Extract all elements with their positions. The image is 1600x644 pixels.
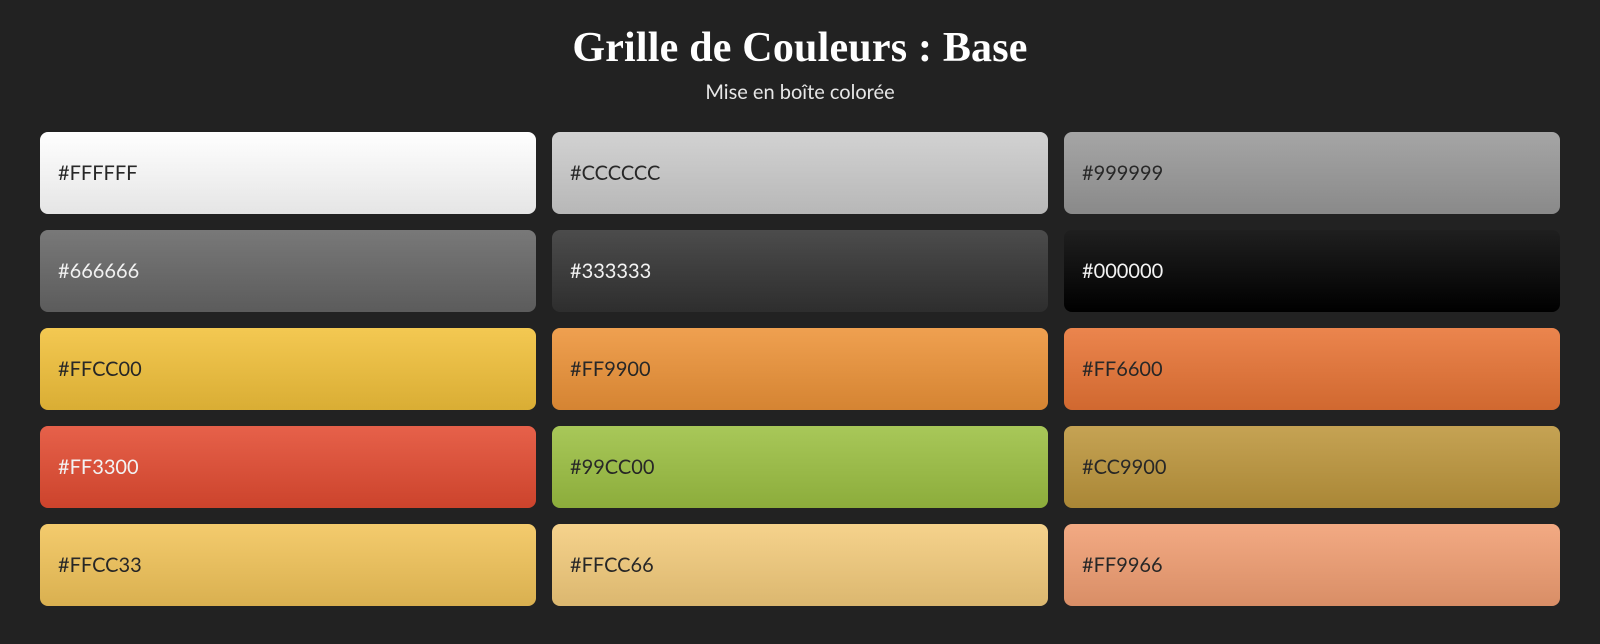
color-swatch-label: #FFCC00 — [58, 357, 142, 381]
color-swatch-label: #FF9900 — [570, 357, 651, 381]
color-swatch: #FFCC00 — [40, 328, 536, 410]
color-swatch-label: #FFCC33 — [58, 553, 142, 577]
page-title: Grille de Couleurs : Base — [40, 24, 1560, 72]
color-swatch-label: #FF9966 — [1082, 553, 1163, 577]
color-swatch-label: #666666 — [58, 259, 139, 283]
page-subtitle: Mise en boîte colorée — [40, 80, 1560, 104]
color-swatch-label: #99CC00 — [570, 455, 654, 479]
color-swatch: #FF6600 — [1064, 328, 1560, 410]
color-swatch-label: #FF6600 — [1082, 357, 1163, 381]
color-swatch-label: #333333 — [570, 259, 651, 283]
color-swatch-label: #FFCC66 — [570, 553, 654, 577]
color-grid: #FFFFFF #CCCCCC #999999 #666666 #333333 #0000… — [40, 132, 1560, 606]
color-swatch: #FFCC33 — [40, 524, 536, 606]
color-swatch-label: #CCCCCC — [570, 161, 660, 185]
color-swatch-label: #CC9900 — [1082, 455, 1166, 479]
color-swatch-label: #000000 — [1082, 259, 1163, 283]
color-swatch: #99CC00 — [552, 426, 1048, 508]
color-swatch: #FF9900 — [552, 328, 1048, 410]
color-swatch: #CC9900 — [1064, 426, 1560, 508]
color-swatch-label: #FFFFFF — [58, 161, 137, 185]
color-swatch: #FFCC66 — [552, 524, 1048, 606]
color-swatch: #666666 — [40, 230, 536, 312]
color-swatch: #FF9966 — [1064, 524, 1560, 606]
color-swatch: #000000 — [1064, 230, 1560, 312]
color-swatch: #FF3300 — [40, 426, 536, 508]
color-swatch-label: #999999 — [1082, 161, 1163, 185]
color-swatch: #999999 — [1064, 132, 1560, 214]
color-swatch: #FFFFFF — [40, 132, 536, 214]
color-swatch: #333333 — [552, 230, 1048, 312]
color-swatch-label: #FF3300 — [58, 455, 139, 479]
color-swatch: #CCCCCC — [552, 132, 1048, 214]
